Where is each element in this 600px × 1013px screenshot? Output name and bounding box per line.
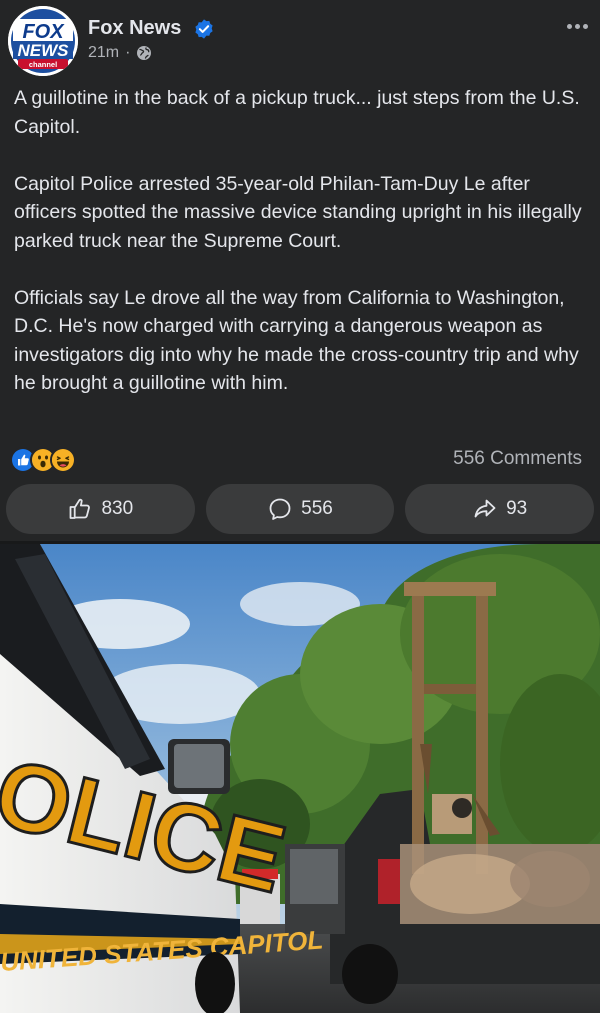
comment-bubble-icon xyxy=(269,498,291,520)
post-paragraph: Capitol Police arrested 35-year-old Phil… xyxy=(14,172,582,252)
action-bar: 830 556 93 xyxy=(6,484,595,534)
page-name[interactable]: Fox News xyxy=(88,17,181,40)
reaction-summary[interactable] xyxy=(10,446,76,474)
share-arrow-icon xyxy=(474,499,496,518)
more-dot-icon xyxy=(566,23,572,29)
comment-button[interactable]: 556 xyxy=(205,484,395,534)
post-photo[interactable]: OLICE UNITED STATES CAPITOL xyxy=(0,544,600,1013)
guillotine-truck-photo: OLICE UNITED STATES CAPITOL xyxy=(0,544,600,1013)
post-paragraph: Officials say Le drove all the way from … xyxy=(14,286,579,395)
logo-sub-text: channel xyxy=(29,60,57,69)
more-dot-icon xyxy=(574,23,580,29)
verified-badge-icon xyxy=(195,19,213,39)
thumbs-up-icon xyxy=(70,498,91,519)
logo-bottom-text: NEWS xyxy=(18,41,70,60)
fox-news-logo-icon: FOX NEWS channel xyxy=(8,6,78,76)
share-button[interactable]: 93 xyxy=(405,484,595,534)
page-avatar[interactable]: FOX NEWS channel xyxy=(8,6,78,76)
more-dot-icon xyxy=(582,23,588,29)
share-count: 93 xyxy=(506,498,528,519)
meta-separator: · xyxy=(125,44,131,61)
post-paragraph: A guillotine in the back of a pickup tru… xyxy=(14,87,580,138)
post-time[interactable]: 21m xyxy=(88,44,119,62)
more-options-button[interactable] xyxy=(562,14,592,38)
post-header: FOX NEWS channel Fox News 21m · xyxy=(0,0,600,76)
comment-count: 556 xyxy=(301,498,333,519)
like-count: 830 xyxy=(101,498,134,519)
globe-icon xyxy=(137,46,152,60)
like-button[interactable]: 830 xyxy=(6,484,195,534)
post-meta: 21m · xyxy=(88,44,152,62)
logo-top-text: FOX xyxy=(22,21,65,43)
haha-reaction-icon xyxy=(50,447,76,473)
comments-count-link[interactable]: 556 Comments xyxy=(453,448,582,470)
post-body: A guillotine in the back of a pickup tru… xyxy=(14,84,589,398)
